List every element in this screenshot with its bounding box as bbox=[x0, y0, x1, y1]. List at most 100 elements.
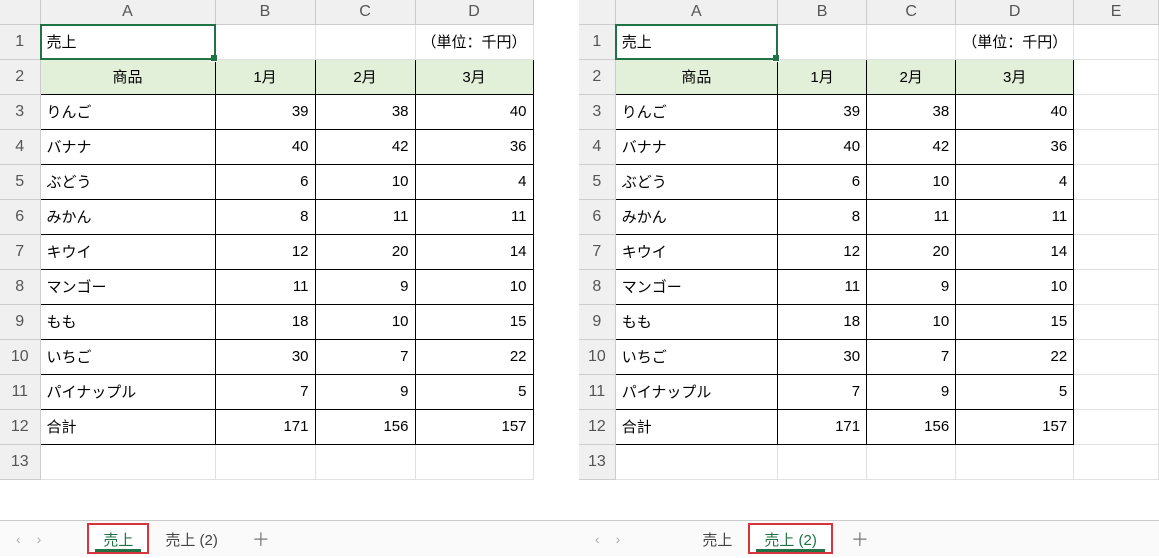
cell-empty[interactable] bbox=[1074, 339, 1159, 374]
table-cell[interactable]: 15 bbox=[415, 304, 533, 339]
header-month3[interactable]: 3月 bbox=[956, 59, 1074, 94]
table-cell[interactable]: 40 bbox=[777, 129, 866, 164]
cell-A1[interactable]: 売上 bbox=[40, 24, 215, 59]
table-cell[interactable]: もも bbox=[615, 304, 777, 339]
table-cell[interactable]: 18 bbox=[777, 304, 866, 339]
table-cell[interactable]: 40 bbox=[956, 94, 1074, 129]
col-header-E[interactable]: E bbox=[1074, 0, 1159, 24]
cell-empty[interactable] bbox=[777, 444, 866, 479]
table-cell[interactable]: 22 bbox=[415, 339, 533, 374]
table-cell[interactable]: みかん bbox=[40, 199, 215, 234]
table-cell[interactable]: 36 bbox=[415, 129, 533, 164]
tab-prev-icon[interactable]: ‹ bbox=[16, 531, 21, 547]
row-header[interactable]: 12 bbox=[579, 409, 615, 444]
table-cell[interactable]: 10 bbox=[956, 269, 1074, 304]
row-header[interactable]: 6 bbox=[0, 199, 40, 234]
row-header[interactable]: 5 bbox=[579, 164, 615, 199]
cell-B1[interactable] bbox=[215, 24, 315, 59]
table-cell[interactable]: 40 bbox=[415, 94, 533, 129]
table-cell[interactable]: 6 bbox=[215, 164, 315, 199]
table-cell[interactable]: 11 bbox=[315, 199, 415, 234]
cell-empty[interactable] bbox=[1074, 444, 1159, 479]
table-cell[interactable]: 5 bbox=[415, 374, 533, 409]
table-cell[interactable]: 12 bbox=[777, 234, 866, 269]
row-header[interactable]: 9 bbox=[579, 304, 615, 339]
table-cell[interactable]: 合計 bbox=[615, 409, 777, 444]
table-cell[interactable]: 10 bbox=[415, 269, 533, 304]
cell-empty[interactable] bbox=[1074, 129, 1159, 164]
cell-empty[interactable] bbox=[1074, 304, 1159, 339]
table-cell[interactable]: 38 bbox=[867, 94, 956, 129]
row-header[interactable]: 12 bbox=[0, 409, 40, 444]
table-cell[interactable]: キウイ bbox=[615, 234, 777, 269]
table-cell[interactable]: 11 bbox=[777, 269, 866, 304]
table-cell[interactable]: 8 bbox=[215, 199, 315, 234]
table-cell[interactable]: 39 bbox=[777, 94, 866, 129]
tab-prev-icon[interactable]: ‹ bbox=[595, 531, 600, 547]
cell-empty[interactable] bbox=[1074, 269, 1159, 304]
row-header[interactable]: 3 bbox=[579, 94, 615, 129]
table-cell[interactable]: 11 bbox=[956, 199, 1074, 234]
table-cell[interactable]: 9 bbox=[315, 269, 415, 304]
col-header-B[interactable]: B bbox=[777, 0, 866, 24]
table-cell[interactable]: いちご bbox=[40, 339, 215, 374]
row-header[interactable]: 11 bbox=[0, 374, 40, 409]
table-cell[interactable]: 156 bbox=[315, 409, 415, 444]
select-all-corner[interactable] bbox=[0, 0, 40, 24]
new-sheet-button[interactable]: ＋ bbox=[234, 520, 288, 558]
table-cell[interactable]: 11 bbox=[215, 269, 315, 304]
table-cell[interactable]: 9 bbox=[315, 374, 415, 409]
col-header-D[interactable]: D bbox=[415, 0, 533, 24]
row-header[interactable]: 1 bbox=[579, 24, 615, 59]
row-header[interactable]: 9 bbox=[0, 304, 40, 339]
table-cell[interactable]: 156 bbox=[867, 409, 956, 444]
table-cell[interactable]: 6 bbox=[777, 164, 866, 199]
table-cell[interactable]: マンゴー bbox=[40, 269, 215, 304]
table-cell[interactable]: りんご bbox=[40, 94, 215, 129]
table-cell[interactable]: 157 bbox=[956, 409, 1074, 444]
row-header[interactable]: 7 bbox=[579, 234, 615, 269]
row-header[interactable]: 10 bbox=[579, 339, 615, 374]
table-cell[interactable]: 合計 bbox=[40, 409, 215, 444]
col-header-C[interactable]: C bbox=[867, 0, 956, 24]
table-cell[interactable]: 42 bbox=[315, 129, 415, 164]
cell-B1[interactable] bbox=[777, 24, 866, 59]
row-header[interactable]: 5 bbox=[0, 164, 40, 199]
col-header-C[interactable]: C bbox=[315, 0, 415, 24]
cell-empty[interactable] bbox=[1074, 164, 1159, 199]
table-cell[interactable]: 12 bbox=[215, 234, 315, 269]
table-cell[interactable]: 14 bbox=[415, 234, 533, 269]
row-header[interactable]: 8 bbox=[0, 269, 40, 304]
right-grid[interactable]: A B C D E 1 売上 （単位：千円） 2 商品 1月 2月 3月 bbox=[579, 0, 1159, 520]
table-cell[interactable]: 9 bbox=[867, 269, 956, 304]
table-cell[interactable]: 8 bbox=[777, 199, 866, 234]
table-cell[interactable]: 14 bbox=[956, 234, 1074, 269]
table-cell[interactable]: パイナップル bbox=[40, 374, 215, 409]
left-grid[interactable]: A B C D 1 売上 （単位：千円） 2 商品 1月 2月 3月 3 りんご bbox=[0, 0, 579, 520]
table-cell[interactable]: 7 bbox=[867, 339, 956, 374]
table-cell[interactable]: 157 bbox=[415, 409, 533, 444]
table-cell[interactable]: キウイ bbox=[40, 234, 215, 269]
sheet-tab-sales[interactable]: 売上 bbox=[686, 523, 748, 554]
cell-A1[interactable]: 売上 bbox=[615, 24, 777, 59]
table-cell[interactable]: 10 bbox=[315, 304, 415, 339]
table-cell[interactable]: 40 bbox=[215, 129, 315, 164]
table-cell[interactable]: パイナップル bbox=[615, 374, 777, 409]
table-cell[interactable]: 15 bbox=[956, 304, 1074, 339]
header-month3[interactable]: 3月 bbox=[415, 59, 533, 94]
cell-empty[interactable] bbox=[315, 444, 415, 479]
row-header[interactable]: 13 bbox=[0, 444, 40, 479]
table-cell[interactable]: 5 bbox=[956, 374, 1074, 409]
cell-D1[interactable]: （単位：千円） bbox=[956, 24, 1074, 59]
header-month1[interactable]: 1月 bbox=[777, 59, 866, 94]
select-all-corner[interactable] bbox=[579, 0, 615, 24]
table-cell[interactable]: 7 bbox=[777, 374, 866, 409]
table-cell[interactable]: 4 bbox=[956, 164, 1074, 199]
header-product[interactable]: 商品 bbox=[615, 59, 777, 94]
row-header[interactable]: 4 bbox=[0, 129, 40, 164]
cell-empty[interactable] bbox=[40, 444, 215, 479]
row-header[interactable]: 3 bbox=[0, 94, 40, 129]
table-cell[interactable]: 171 bbox=[777, 409, 866, 444]
table-cell[interactable]: バナナ bbox=[40, 129, 215, 164]
cell-empty[interactable] bbox=[867, 444, 956, 479]
